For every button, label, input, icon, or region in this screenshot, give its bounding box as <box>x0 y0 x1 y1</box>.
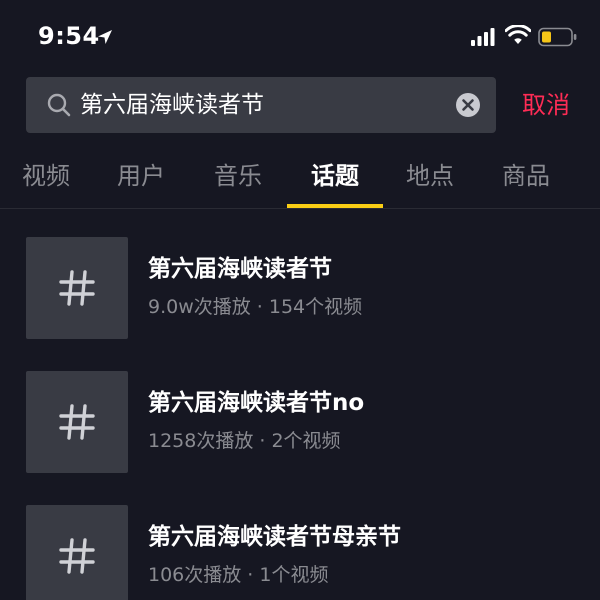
search-results-screen: 9:54 第六届海峡读者节 取消 视频 用户 音乐 话题 地点 商品 第六届海峡… <box>0 0 600 600</box>
battery-icon <box>538 27 577 47</box>
status-time: 9:54 <box>38 22 100 50</box>
cellular-signal-icon <box>471 28 495 46</box>
clear-icon[interactable] <box>456 93 480 117</box>
tab-topics[interactable]: 话题 <box>311 160 359 192</box>
search-field[interactable]: 第六届海峡读者节 <box>26 77 496 133</box>
tab-products[interactable]: 商品 <box>502 160 550 192</box>
hashtag-icon <box>59 538 95 574</box>
topic-list-item[interactable]: 第六届海峡读者节 9.0w次播放 · 154个视频 <box>0 237 600 347</box>
search-query-text[interactable]: 第六届海峡读者节 <box>80 89 264 121</box>
topic-list-item[interactable]: 第六届海峡读者节no 1258次播放 · 2个视频 <box>0 371 600 481</box>
topic-stats: 9.0w次播放 · 154个视频 <box>148 296 363 318</box>
tab-users[interactable]: 用户 <box>117 160 165 192</box>
status-bar: 9:54 <box>0 0 600 72</box>
topic-stats: 106次播放 · 1个视频 <box>148 564 329 586</box>
topic-title: 第六届海峡读者节 <box>148 256 332 282</box>
search-icon <box>47 93 71 117</box>
topic-stats: 1258次播放 · 2个视频 <box>148 430 341 452</box>
topic-thumbnail <box>26 371 128 473</box>
tab-videos[interactable]: 视频 <box>22 160 70 192</box>
topic-title: 第六届海峡读者节no <box>148 390 365 416</box>
topic-thumbnail <box>26 237 128 339</box>
tab-music[interactable]: 音乐 <box>214 160 262 192</box>
hashtag-icon <box>59 270 95 306</box>
topic-list-item[interactable]: 第六届海峡读者节母亲节 106次播放 · 1个视频 <box>0 505 600 600</box>
location-arrow-icon <box>98 30 112 44</box>
active-tab-indicator <box>287 204 383 208</box>
topic-title: 第六届海峡读者节母亲节 <box>148 524 401 550</box>
hashtag-icon <box>59 404 95 440</box>
wifi-icon <box>505 25 531 44</box>
result-tabs: 视频 用户 音乐 话题 地点 商品 <box>0 148 600 209</box>
cancel-button[interactable]: 取消 <box>522 89 570 121</box>
topic-thumbnail <box>26 505 128 600</box>
tab-places[interactable]: 地点 <box>406 160 454 192</box>
